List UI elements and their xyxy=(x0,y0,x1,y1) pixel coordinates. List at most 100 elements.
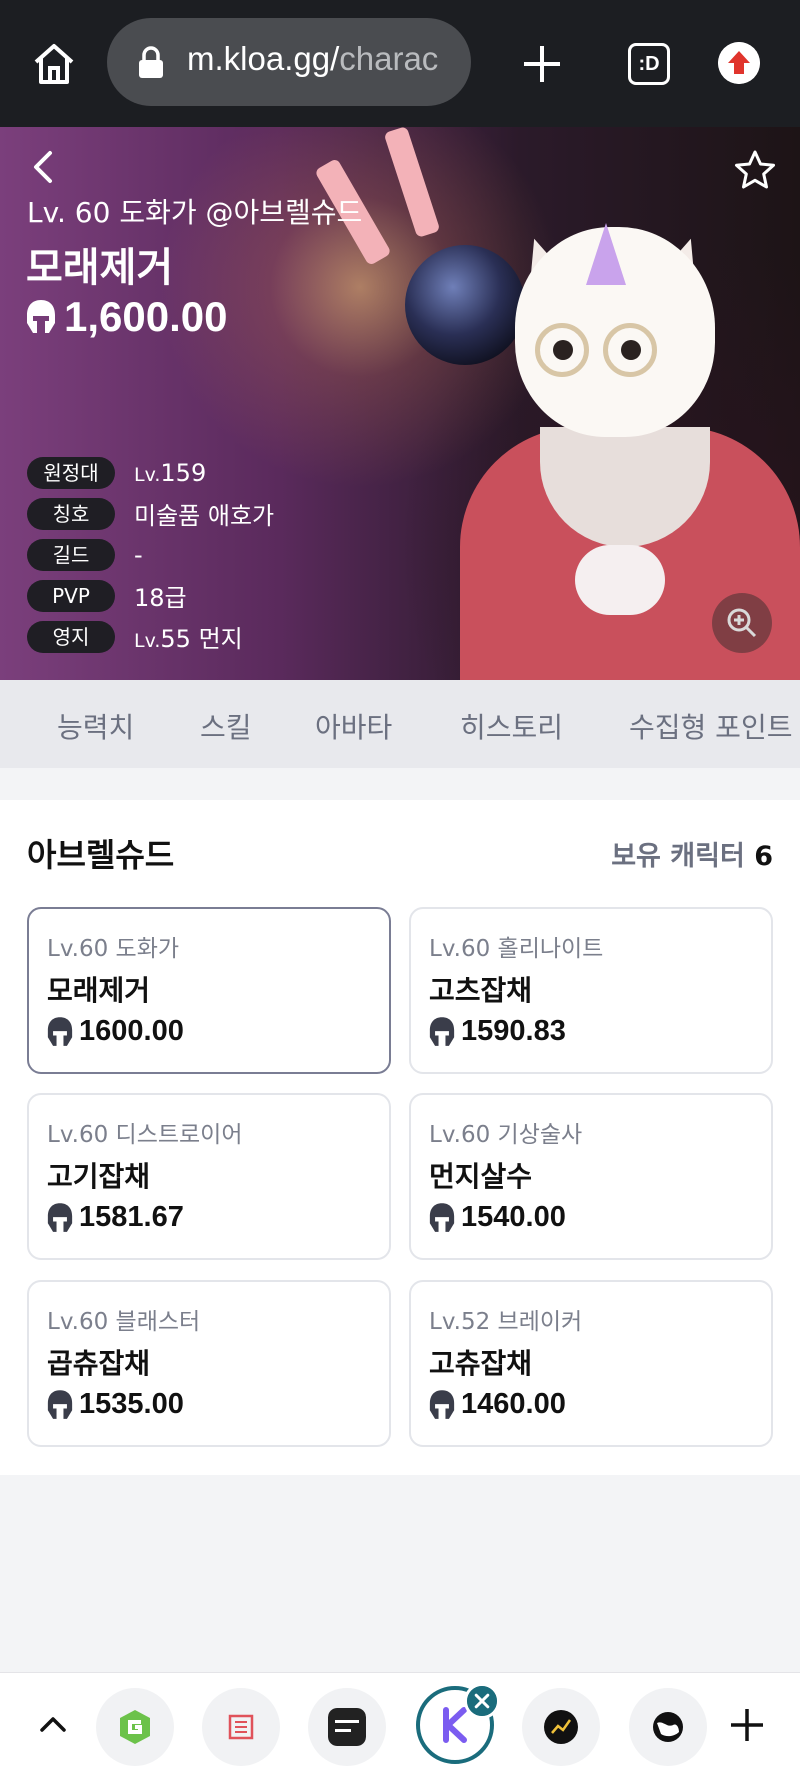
helmet-icon xyxy=(429,1016,455,1046)
back-arrow-icon[interactable] xyxy=(28,147,58,187)
card-class-level: Lv.60 블래스터 xyxy=(47,1309,201,1335)
stamp-icon xyxy=(228,1714,254,1740)
bottom-app-bar xyxy=(0,1672,800,1779)
card-item-level: 1540.00 xyxy=(429,1201,566,1234)
tab-avatar[interactable]: 아바타 xyxy=(315,706,392,746)
character-card[interactable]: Lv.60 블래스터 곱츄잡채 1535.00 xyxy=(27,1280,391,1447)
card-class-level: Lv.52 브레이커 xyxy=(429,1309,583,1335)
info-badge: 영지 xyxy=(27,620,115,653)
roster-count-number: 6 xyxy=(754,841,773,872)
card-item-level-value: 1540.00 xyxy=(461,1201,566,1233)
lock-icon xyxy=(139,46,163,78)
add-app-icon[interactable] xyxy=(729,1707,765,1743)
tab-collectibles[interactable]: 수집형 포인트 xyxy=(629,706,792,746)
card-character-name: 고츄잡채 xyxy=(429,1347,533,1380)
helmet-icon xyxy=(47,1389,73,1419)
kloa-gg-app-icon[interactable] xyxy=(308,1688,386,1766)
chevron-up-icon[interactable] xyxy=(38,1710,68,1740)
update-icon[interactable] xyxy=(718,42,760,84)
info-value: 18급 xyxy=(134,584,187,612)
card-item-level: 1535.00 xyxy=(47,1388,184,1421)
tab-history[interactable]: 히스토리 xyxy=(460,706,563,746)
info-value: Lv.55 먼지 xyxy=(134,619,243,654)
tab-skills[interactable]: 스킬 xyxy=(200,706,252,746)
tab-switcher-button[interactable]: :D xyxy=(628,43,670,85)
card-item-level-value: 1590.83 xyxy=(461,1015,566,1047)
info-badge: 길드 xyxy=(27,538,115,571)
character-avatar-patch xyxy=(575,545,665,615)
card-character-name: 먼지살수 xyxy=(429,1160,533,1193)
info-row-estate: 영지 Lv.55 먼지 xyxy=(27,616,274,657)
chart-icon xyxy=(544,1710,578,1744)
chart-app-icon[interactable] xyxy=(522,1688,600,1766)
globe-icon xyxy=(653,1712,683,1742)
helmet-icon xyxy=(47,1016,73,1046)
card-item-level-value: 1581.67 xyxy=(79,1201,184,1233)
card-class-level: Lv.60 도화가 xyxy=(47,936,180,962)
zoom-button[interactable] xyxy=(712,593,772,653)
card-class-level: Lv.60 기상술사 xyxy=(429,1122,583,1148)
character-avatar-horn xyxy=(586,223,626,285)
character-avatar-eye xyxy=(621,340,641,360)
g-logo-icon xyxy=(120,1710,150,1744)
card-item-level: 1460.00 xyxy=(429,1388,566,1421)
url-text: m.kloa.gg/charac xyxy=(187,40,438,78)
kloa-logo-icon xyxy=(328,1708,366,1746)
info-row-title: 칭호 미술품 애호가 xyxy=(27,493,274,534)
character-info-list: 원정대 Lv.159 칭호 미술품 애호가 길드 - PVP 18급 영지 Lv… xyxy=(27,452,274,657)
character-name: 모래제거 xyxy=(26,245,174,291)
character-card[interactable]: Lv.60 기상술사 먼지살수 1540.00 xyxy=(409,1093,773,1260)
info-value: 미술품 애호가 xyxy=(134,502,275,530)
green-g-app-icon[interactable] xyxy=(96,1688,174,1766)
info-badge: 칭호 xyxy=(27,497,115,530)
card-item-level: 1600.00 xyxy=(47,1015,184,1048)
browser-toolbar: m.kloa.gg/charac :D xyxy=(0,0,800,127)
info-row-pvp: PVP 18급 xyxy=(27,575,274,616)
card-item-level: 1581.67 xyxy=(47,1201,184,1234)
info-value: Lv.159 xyxy=(134,459,206,487)
card-character-name: 고기잡채 xyxy=(47,1160,151,1193)
info-row-expedition: 원정대 Lv.159 xyxy=(27,452,274,493)
card-character-name: 모래제거 xyxy=(47,974,151,1007)
helmet-icon xyxy=(27,300,55,333)
info-value: - xyxy=(134,540,143,569)
info-badge: 원정대 xyxy=(27,456,115,489)
new-tab-icon[interactable] xyxy=(520,42,564,86)
section-tabs: 능력치 스킬 아바타 히스토리 수집형 포인트 xyxy=(0,680,800,768)
roster-section: 아브렐슈드 보유 캐릭터 6 Lv.60 도화가 모래제거 1600.00 Lv… xyxy=(0,800,800,1475)
red-stamp-app-icon[interactable] xyxy=(202,1688,280,1766)
character-card[interactable]: Lv.60 도화가 모래제거 1600.00 xyxy=(27,907,391,1074)
info-row-guild: 길드 - xyxy=(27,534,274,575)
character-card[interactable]: Lv.60 홀리나이트 고츠잡채 1590.83 xyxy=(409,907,773,1074)
url-domain: m.kloa.gg/ xyxy=(187,40,340,77)
info-value-prefix: Lv. xyxy=(134,630,161,652)
tab-stats[interactable]: 능력치 xyxy=(57,706,134,746)
helmet-icon xyxy=(429,1389,455,1419)
info-value-text: 55 먼지 xyxy=(160,625,243,653)
hero-orb xyxy=(405,245,525,365)
zoom-in-icon xyxy=(727,608,757,638)
hero-decoration xyxy=(383,127,441,239)
card-item-level-value: 1535.00 xyxy=(79,1388,184,1420)
info-badge: PVP xyxy=(27,579,115,612)
info-value-prefix: Lv. xyxy=(134,463,161,486)
card-item-level-value: 1600.00 xyxy=(79,1015,184,1047)
roster-count: 보유 캐릭터 6 xyxy=(611,834,773,873)
url-path: charac xyxy=(339,40,439,77)
character-hero: Lv. 60 도화가 @아브렐슈드 모래제거 1,600.00 원정대 Lv.1… xyxy=(0,127,800,680)
home-icon[interactable] xyxy=(30,40,78,88)
globe-app-icon[interactable] xyxy=(629,1688,707,1766)
character-card[interactable]: Lv.60 디스트로이어 고기잡채 1581.67 xyxy=(27,1093,391,1260)
card-item-level: 1590.83 xyxy=(429,1015,566,1048)
close-icon[interactable] xyxy=(464,1683,500,1719)
helmet-icon xyxy=(47,1202,73,1232)
roster-count-label: 보유 캐릭터 xyxy=(611,841,745,872)
address-bar[interactable]: m.kloa.gg/charac xyxy=(107,18,471,106)
item-level: 1,600.00 xyxy=(26,293,228,349)
character-card[interactable]: Lv.52 브레이커 고츄잡채 1460.00 xyxy=(409,1280,773,1447)
card-character-name: 곱츄잡채 xyxy=(47,1347,151,1380)
card-character-name: 고츠잡채 xyxy=(429,974,533,1007)
character-avatar-eye xyxy=(553,340,573,360)
favorite-star-icon[interactable] xyxy=(734,149,776,191)
card-class-level: Lv.60 홀리나이트 xyxy=(429,936,604,962)
